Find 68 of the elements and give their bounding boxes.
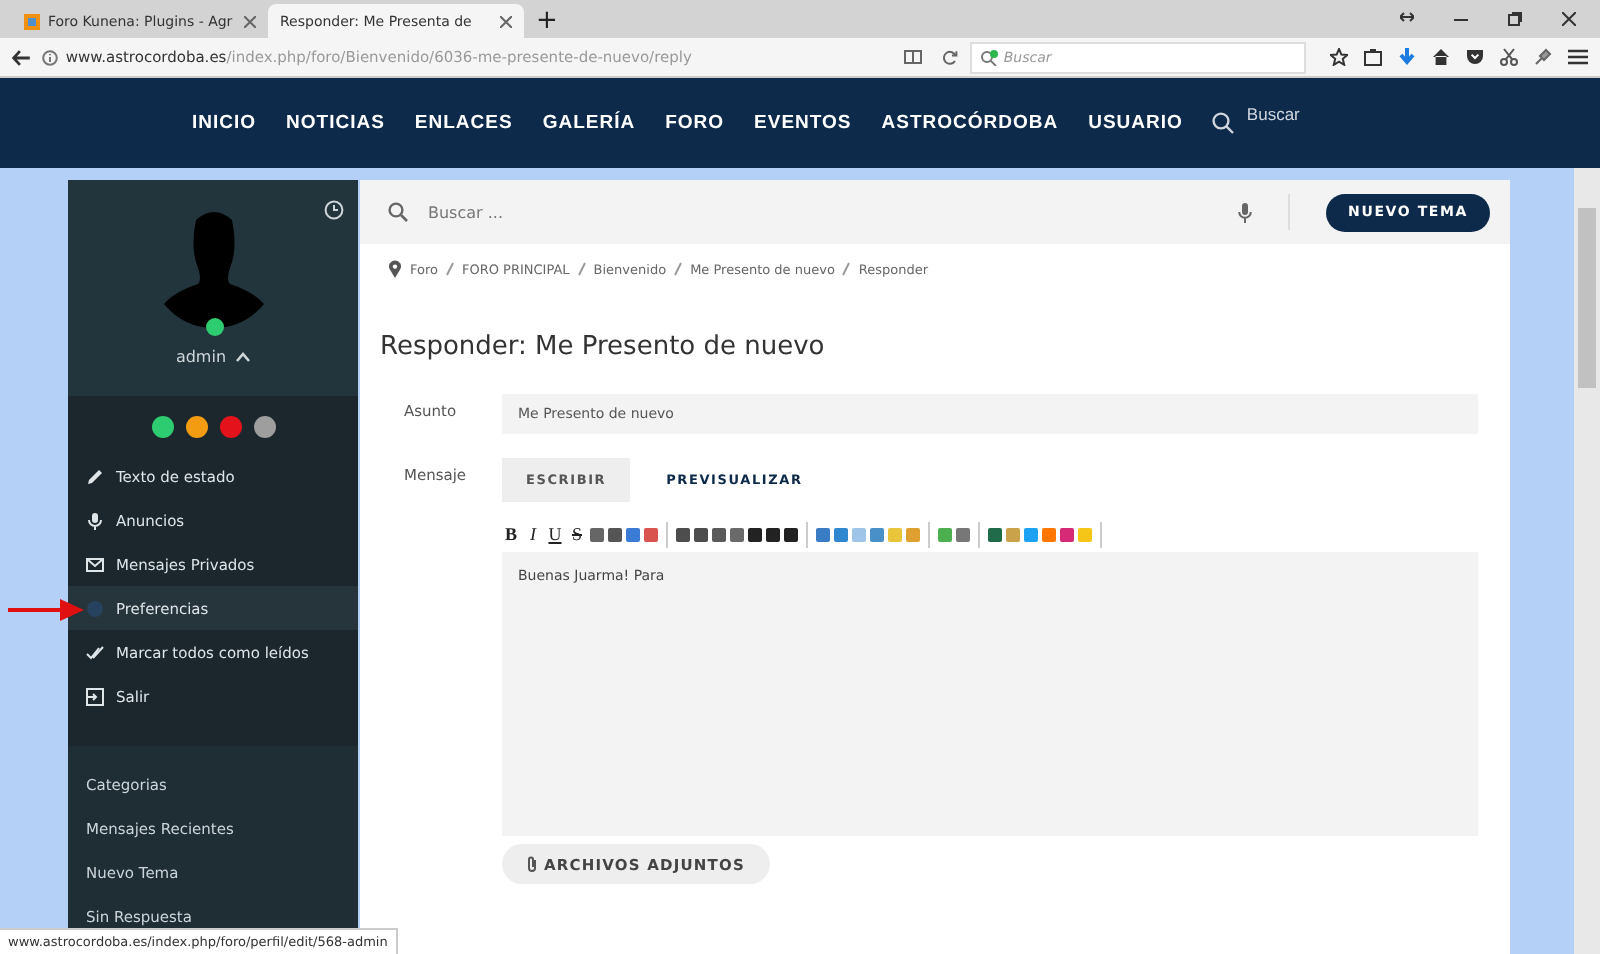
breadcrumb-divider: [446, 262, 454, 276]
exit-icon: [86, 687, 104, 705]
nav-link[interactable]: NOTICIAS: [286, 112, 385, 134]
status-button[interactable]: [151, 416, 173, 438]
toolbar-icon[interactable]: [766, 527, 780, 541]
pointer-arrow: [8, 598, 84, 622]
nav-link[interactable]: GALERÍA: [542, 112, 636, 134]
status-button[interactable]: [219, 416, 241, 438]
scissors-icon: [1499, 48, 1518, 66]
reader-view-icon: [903, 49, 922, 63]
restore-icon: [1508, 12, 1522, 26]
status-button[interactable]: [185, 416, 207, 438]
new-tab-button[interactable]: +: [524, 6, 570, 38]
nav-link[interactable]: EVENTOS: [754, 112, 852, 134]
italic-button[interactable]: I: [524, 524, 542, 544]
location-pin-icon: [388, 260, 402, 278]
pencil-icon: [86, 467, 104, 485]
site-search-field[interactable]: Buscar: [1212, 112, 1300, 134]
download-icon: [1397, 48, 1416, 66]
forum-search-field[interactable]: Buscar ...: [428, 203, 1219, 221]
toolbar-icon[interactable]: [784, 527, 798, 541]
microphone-icon: [86, 511, 104, 529]
nav-link[interactable]: USUARIO: [1088, 112, 1183, 134]
nav-link[interactable]: FORO: [665, 112, 725, 134]
microphone-icon: [1238, 201, 1253, 223]
toolbar-icon[interactable]: [608, 527, 622, 541]
search-icon: [979, 49, 998, 65]
scrollbar[interactable]: [1574, 168, 1600, 954]
pocket-icon: [1465, 48, 1484, 66]
nav-link[interactable]: INICIO: [192, 112, 257, 134]
envelope-icon: [86, 555, 104, 573]
close-icon: [244, 15, 256, 27]
search-icon: [1212, 112, 1235, 134]
circle-icon: [86, 599, 104, 617]
clock-icon: [324, 200, 344, 220]
toolbar-icon[interactable]: [676, 527, 690, 541]
home-icon: [1431, 48, 1450, 66]
status-button[interactable]: [253, 416, 275, 438]
scrollbar-thumb[interactable]: [1578, 208, 1596, 388]
strikethrough-button[interactable]: S: [568, 524, 586, 544]
search-icon: [388, 202, 408, 222]
underline-button[interactable]: U: [546, 524, 564, 544]
avatar-silhouette: [163, 208, 263, 328]
double-check-icon: [86, 643, 104, 661]
reload-icon: [941, 49, 958, 65]
close-icon: [1562, 12, 1576, 26]
info-icon: [41, 49, 58, 65]
close-icon: [500, 15, 512, 27]
nav-link[interactable]: ASTROCÓRDOBA: [881, 112, 1059, 134]
bold-button[interactable]: B: [502, 524, 520, 544]
breadcrumb-divider: [577, 262, 586, 276]
resize-icon: [1400, 12, 1414, 22]
breadcrumb-divider: [842, 262, 851, 276]
toolbar-icon[interactable]: [988, 527, 1002, 541]
caret-icon: [236, 352, 251, 362]
menu-icon: [1567, 48, 1588, 66]
username-link[interactable]: admin: [175, 348, 227, 366]
nav-link[interactable]: ENLACES: [414, 112, 513, 134]
back-arrow-icon: [12, 49, 30, 65]
star-icon: [1329, 48, 1348, 66]
toolbar-icon[interactable]: [694, 527, 708, 541]
breadcrumb-divider: [674, 262, 683, 276]
toolbar-icon[interactable]: [748, 527, 762, 541]
site-favicon-icon: [24, 13, 40, 29]
toolbar-icon[interactable]: [712, 527, 726, 541]
page-title: Responder: Me Presento de nuevo: [380, 332, 827, 362]
paperclip-icon: [526, 856, 538, 872]
clipboard-icon: [1363, 48, 1382, 66]
